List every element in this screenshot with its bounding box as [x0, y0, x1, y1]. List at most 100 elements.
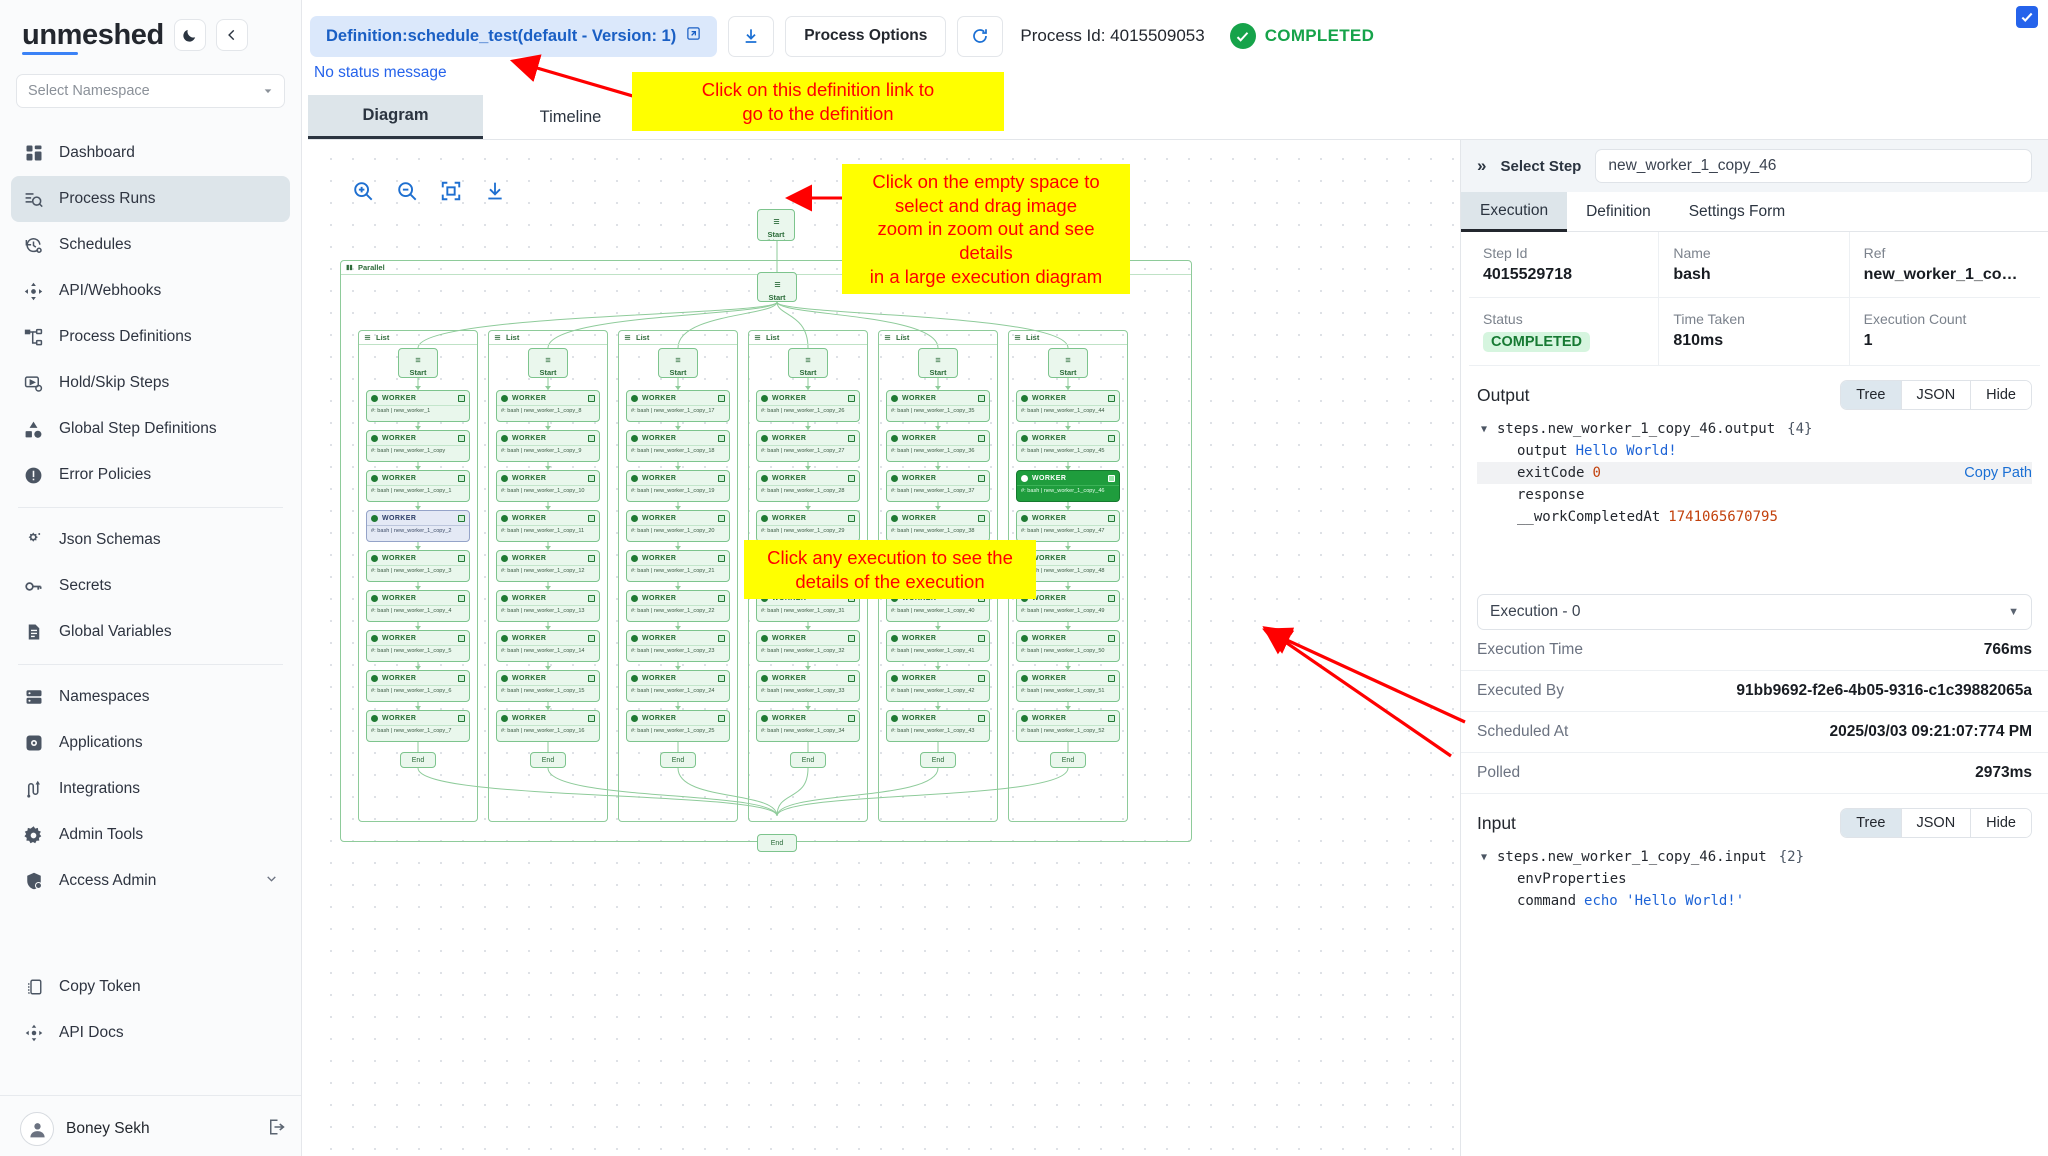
tree-root-row[interactable]: ▼ steps.new_worker_1_copy_46.input {2} — [1477, 846, 2032, 868]
diagram-worker-node[interactable]: WORKER #: bash | new_worker_1_copy_12 — [496, 550, 600, 582]
diagram-worker-node[interactable]: WORKER #: bash | new_worker_1_copy_8 — [496, 390, 600, 422]
node-checkbox-icon[interactable] — [848, 634, 855, 642]
sidebar-item-global-step-definitions[interactable]: Global Step Definitions — [11, 406, 290, 452]
diagram-worker-node[interactable]: WORKER #: bash | new_worker_1_copy_3 — [366, 550, 470, 582]
diagram-worker-node[interactable]: WORKER #: bash | new_worker_1_copy_45 — [1016, 430, 1120, 462]
node-checkbox-icon[interactable] — [1108, 674, 1115, 682]
node-checkbox-icon[interactable] — [848, 714, 855, 722]
diagram-worker-node[interactable]: WORKER #: bash | new_worker_1_copy_33 — [756, 670, 860, 702]
diagram-worker-node[interactable]: WORKER #: bash | new_worker_1_copy_21 — [626, 550, 730, 582]
node-checkbox-icon[interactable] — [1108, 714, 1115, 722]
input-mode-tree[interactable]: Tree — [1841, 809, 1902, 837]
tree-row[interactable]: command echo 'Hello World!' — [1477, 890, 2032, 912]
select-step-input[interactable]: new_worker_1_copy_46 — [1595, 149, 2032, 183]
node-checkbox-icon[interactable] — [1108, 554, 1115, 562]
sidebar-item-copy-token[interactable]: Copy Token — [11, 964, 290, 1010]
node-checkbox-icon[interactable] — [978, 674, 985, 682]
diagram-worker-node[interactable]: WORKER #: bash | new_worker_1_copy_6 — [366, 670, 470, 702]
diagram-worker-node[interactable]: WORKER #: bash | new_worker_1_copy_36 — [886, 430, 990, 462]
node-checkbox-icon[interactable] — [458, 674, 465, 682]
node-checkbox-icon[interactable] — [458, 394, 465, 402]
zoom-in-icon[interactable] — [342, 170, 384, 212]
collapse-sidebar-button[interactable] — [215, 19, 248, 51]
node-checkbox-icon[interactable] — [1108, 514, 1115, 522]
diagram-worker-node[interactable]: WORKER #: bash | new_worker_1_copy_9 — [496, 430, 600, 462]
input-mode-json[interactable]: JSON — [1901, 809, 1972, 837]
node-checkbox-icon[interactable] — [458, 594, 465, 602]
output-mode-hide[interactable]: Hide — [1971, 381, 2031, 409]
output-mode-tree[interactable]: Tree — [1841, 381, 1902, 409]
diagram-worker-node[interactable]: WORKER #: bash | new_worker_1_copy_29 — [756, 510, 860, 542]
diagram-list-end-node[interactable]: End — [530, 752, 566, 768]
diagram-worker-node[interactable]: WORKER #: bash | new_worker_1_copy_15 — [496, 670, 600, 702]
user-row[interactable]: Boney Sekh — [0, 1106, 301, 1150]
sidebar-item-api-webhooks[interactable]: API/Webhooks — [11, 268, 290, 314]
node-checkbox-icon[interactable] — [718, 714, 725, 722]
sidebar-item-secrets[interactable]: Secrets — [11, 563, 290, 609]
diagram-list-end-node[interactable]: End — [790, 752, 826, 768]
diagram-worker-node[interactable]: WORKER #: bash | new_worker_1_copy_14 — [496, 630, 600, 662]
diagram-list-start-node[interactable]: Start#: new_list — [398, 348, 438, 378]
node-checkbox-icon[interactable] — [848, 474, 855, 482]
node-checkbox-icon[interactable] — [458, 714, 465, 722]
copy-path-button[interactable]: Copy Path — [1964, 465, 2032, 481]
node-checkbox-icon[interactable] — [458, 554, 465, 562]
diagram-worker-node[interactable]: WORKER #: bash | new_worker_1_copy_24 — [626, 670, 730, 702]
diagram-worker-node[interactable]: WORKER #: bash | new_worker_1_copy_26 — [756, 390, 860, 422]
diagram-list-start-node[interactable]: Start#: new_list — [788, 348, 828, 378]
node-checkbox-icon[interactable] — [718, 674, 725, 682]
node-checkbox-icon[interactable] — [1108, 594, 1115, 602]
node-checkbox-icon[interactable] — [848, 514, 855, 522]
node-checkbox-icon[interactable] — [978, 394, 985, 402]
node-checkbox-icon[interactable] — [718, 554, 725, 562]
caret-icon[interactable]: ▼ — [1481, 424, 1497, 435]
refresh-button[interactable] — [957, 15, 1004, 57]
diagram-worker-node[interactable]: WORKER #: bash | new_worker_1_copy_19 — [626, 470, 730, 502]
diagram-worker-node[interactable]: WORKER #: bash | new_worker_1_copy_27 — [756, 430, 860, 462]
sidebar-item-applications[interactable]: Applications — [11, 720, 290, 766]
sidebar-item-dashboard[interactable]: Dashboard — [11, 130, 290, 176]
node-checkbox-icon[interactable] — [1108, 634, 1115, 642]
tree-row[interactable]: __workCompletedAt 1741065670795 — [1477, 506, 2032, 528]
diagram-list-start-node[interactable]: Start#: new_list — [528, 348, 568, 378]
output-mode-json[interactable]: JSON — [1901, 381, 1972, 409]
diagram-list-end-node[interactable]: End — [400, 752, 436, 768]
diagram-worker-node[interactable]: WORKER #: bash | new_worker_1_copy_2 — [366, 510, 470, 542]
sidebar-item-access-admin[interactable]: Access Admin — [11, 858, 290, 904]
node-checkbox-icon[interactable] — [588, 554, 595, 562]
diagram-worker-node[interactable]: WORKER #: bash | new_worker_1_copy_1 — [366, 470, 470, 502]
node-checkbox-icon[interactable] — [718, 434, 725, 442]
diagram-worker-node[interactable]: WORKER #: bash | new_worker_1_copy_44 — [1016, 390, 1120, 422]
sidebar-item-namespaces[interactable]: Namespaces — [11, 674, 290, 720]
diagram-worker-node[interactable]: WORKER #: bash | new_worker_1_copy_35 — [886, 390, 990, 422]
diagram-worker-node[interactable]: WORKER #: bash | new_worker_1_copy_7 — [366, 710, 470, 742]
sidebar-item-schedules[interactable]: Schedules — [11, 222, 290, 268]
diagram-worker-node[interactable]: WORKER #: bash | new_worker_1_copy_37 — [886, 470, 990, 502]
node-checkbox-icon[interactable] — [718, 514, 725, 522]
dark-mode-toggle[interactable] — [173, 19, 206, 51]
diagram-worker-node[interactable]: WORKER #: bash | new_worker_1_copy_22 — [626, 590, 730, 622]
tab-settings-form[interactable]: Settings Form — [1670, 192, 1804, 232]
sidebar-item-global-variables[interactable]: Global Variables — [11, 609, 290, 655]
node-checkbox-icon[interactable] — [978, 514, 985, 522]
node-checkbox-icon[interactable] — [458, 434, 465, 442]
node-checkbox-icon[interactable] — [588, 434, 595, 442]
diagram-worker-node[interactable]: WORKER #: bash | new_worker_1_copy_38 — [886, 510, 990, 542]
tree-row[interactable]: response — [1477, 484, 2032, 506]
diagram-worker-node[interactable]: WORKER #: bash | new_worker_1 — [366, 390, 470, 422]
process-options-button[interactable]: Process Options — [785, 15, 947, 57]
node-checkbox-icon[interactable] — [978, 474, 985, 482]
diagram-worker-node[interactable]: WORKER #: bash | new_worker_1_copy_32 — [756, 630, 860, 662]
sidebar-item-integrations[interactable]: Integrations — [11, 766, 290, 812]
diagram-worker-node[interactable]: WORKER #: bash | new_worker_1_copy_20 — [626, 510, 730, 542]
diagram-worker-node[interactable]: WORKER #: bash | new_worker_1_copy_23 — [626, 630, 730, 662]
diagram-worker-node[interactable]: WORKER #: bash | new_worker_1_copy_34 — [756, 710, 860, 742]
tree-root-row[interactable]: ▼ steps.new_worker_1_copy_46.output {4} — [1477, 418, 2032, 440]
node-checkbox-icon[interactable] — [588, 514, 595, 522]
diagram-parallel-start-node[interactable]: Start#: new_par... — [757, 272, 797, 302]
sidebar-item-hold-skip-steps[interactable]: Hold/Skip Steps — [11, 360, 290, 406]
node-checkbox-icon[interactable] — [718, 474, 725, 482]
node-checkbox-icon[interactable] — [978, 434, 985, 442]
node-checkbox-icon[interactable] — [458, 474, 465, 482]
diagram-list-end-node[interactable]: End — [1050, 752, 1086, 768]
